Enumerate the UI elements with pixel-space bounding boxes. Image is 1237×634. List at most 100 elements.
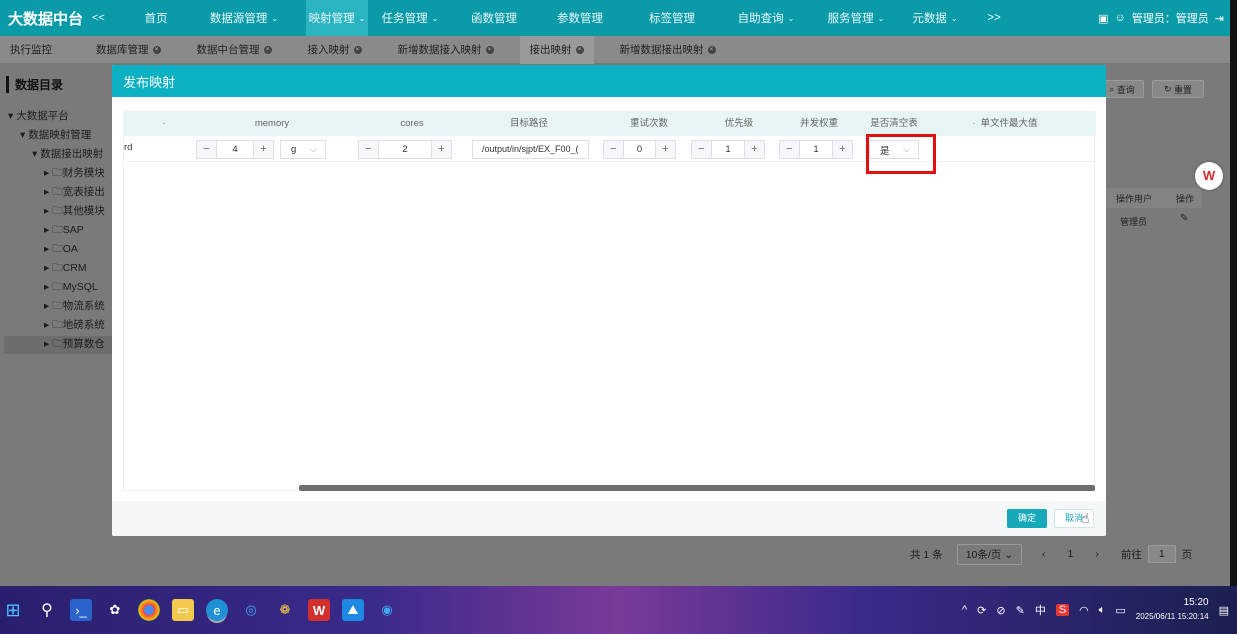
weight-increase-button[interactable]: + — [832, 141, 852, 158]
memory-increase-button[interactable]: + — [253, 141, 273, 158]
confirm-button[interactable]: 确定 — [1007, 509, 1047, 528]
fullscreen-icon[interactable]: ▣ — [1098, 12, 1108, 25]
caret-down-icon[interactable]: ▾ — [20, 129, 28, 141]
edit-icon[interactable]: ✎ — [1180, 213, 1188, 224]
pen-icon[interactable]: ✎ — [1016, 604, 1025, 617]
tab-1[interactable]: 数据库管理 × — [86, 36, 171, 64]
chevron-up-icon[interactable]: ^ — [962, 604, 967, 616]
tree-item[interactable]: ▸ 🗀︎预算数仓 — [4, 336, 112, 354]
next-page-icon[interactable]: › — [1095, 548, 1099, 560]
tree-item[interactable]: ▸ 🗀︎地磅系统 — [44, 317, 105, 335]
nav-item-5[interactable]: 参数管理 — [536, 0, 624, 36]
tab-2[interactable]: 数据中台管理 × — [187, 36, 282, 64]
notification-icon[interactable]: ▤ — [1219, 604, 1229, 617]
caret-right-icon[interactable]: ▸ — [44, 262, 52, 274]
tree-item[interactable]: ▸ 🗀︎MySQL — [44, 279, 98, 297]
windows-start-icon[interactable]: ⊞ — [2, 599, 24, 621]
memory-stepper[interactable]: − 4 + — [196, 140, 274, 159]
nav-item-2[interactable]: 映射管理 ⌄ — [306, 0, 368, 36]
cores-value[interactable]: 2 — [379, 144, 431, 155]
nav-more-button[interactable]: >> — [976, 0, 1012, 36]
nav-item-3[interactable]: 任务管理 ⌄ — [368, 0, 452, 36]
caret-right-icon[interactable]: ▸ — [44, 205, 52, 217]
network-off-icon[interactable]: ⊘ — [996, 604, 1005, 617]
collapse-nav-button[interactable]: << — [92, 12, 130, 24]
nav-item-7[interactable]: 自助查询 ⌄ — [720, 0, 812, 36]
caret-down-icon[interactable]: ▾ — [32, 148, 40, 160]
memory-decrease-button[interactable]: − — [197, 141, 217, 158]
close-icon[interactable]: × — [353, 45, 362, 54]
priority-decrease-button[interactable]: − — [692, 141, 712, 158]
caret-right-icon[interactable]: ▸ — [44, 167, 52, 179]
tab-3[interactable]: 接入映射 × — [298, 36, 372, 64]
powershell-icon[interactable]: ›_ — [70, 599, 92, 621]
logout-icon[interactable]: ⇥ — [1215, 12, 1224, 25]
search-icon[interactable]: ⚲ — [36, 599, 58, 621]
nav-item-4[interactable]: 函数管理 — [452, 0, 536, 36]
priority-stepper[interactable]: − 1 + — [691, 140, 765, 159]
app-logo[interactable]: 大数据中台 — [0, 8, 92, 29]
weight-stepper[interactable]: − 1 + — [779, 140, 853, 159]
target-path-input[interactable]: /output/in/sjpt/EX_F00_( — [472, 140, 589, 159]
bird-app-icon[interactable]: ❁ — [274, 599, 296, 621]
sogou-icon[interactable]: S — [1055, 604, 1070, 616]
search-app-icon[interactable]: ◎ — [240, 599, 262, 621]
query-button[interactable]: ⌕ 查询 — [1100, 80, 1144, 98]
memory-value[interactable]: 4 — [217, 144, 253, 155]
close-icon[interactable]: × — [263, 45, 272, 54]
input-language[interactable]: 中 — [1035, 602, 1046, 618]
close-icon[interactable]: × — [152, 45, 161, 54]
caret-right-icon[interactable]: ▸ — [44, 186, 52, 198]
wps-float-icon[interactable]: W — [1195, 162, 1223, 190]
user-label[interactable]: 管理员：管理员 — [1132, 10, 1209, 26]
memory-unit-select[interactable]: g ⌵ — [280, 140, 326, 159]
tab-4[interactable]: 新增数据接入映射 × — [388, 36, 504, 64]
nav-item-6[interactable]: 标签管理 — [624, 0, 720, 36]
horizontal-scrollbar[interactable] — [299, 485, 1095, 491]
nav-item-9[interactable]: 元数据 ⌄ — [900, 0, 970, 36]
battery-icon[interactable]: ▭ — [1115, 604, 1125, 617]
caret-right-icon[interactable]: ▸ — [44, 300, 52, 312]
photos-icon[interactable]: ⛰ — [342, 599, 364, 621]
caret-right-icon[interactable]: ▸ — [44, 243, 52, 255]
goto-input[interactable]: 1 — [1147, 545, 1176, 563]
wps-icon[interactable]: W — [308, 599, 330, 621]
priority-value[interactable]: 1 — [712, 144, 744, 155]
chrome-icon[interactable] — [138, 599, 160, 621]
edge-icon[interactable]: e — [206, 599, 228, 621]
weight-decrease-button[interactable]: − — [780, 141, 800, 158]
caret-right-icon[interactable]: ▸ — [44, 319, 52, 331]
nav-item-1[interactable]: 数据源管理 ⌄ — [182, 0, 306, 36]
close-icon[interactable]: × — [485, 45, 494, 54]
prev-page-icon[interactable]: ‹ — [1042, 548, 1046, 560]
volume-icon[interactable]: 🔈︎ — [1099, 604, 1106, 617]
caret-right-icon[interactable]: ▸ — [44, 338, 52, 350]
chatgpt-icon[interactable]: ✿ — [104, 599, 126, 621]
tree-item[interactable]: ▸ 🗀︎物流系统 — [44, 298, 105, 316]
retry-stepper[interactable]: − 0 + — [603, 140, 676, 159]
retry-value[interactable]: 0 — [624, 144, 655, 155]
weight-value[interactable]: 1 — [800, 144, 832, 155]
maxhub-icon[interactable]: ◉ — [376, 599, 398, 621]
retry-increase-button[interactable]: + — [655, 141, 675, 158]
cores-increase-button[interactable]: + — [431, 141, 451, 158]
tree-item[interactable]: ▸ 🗀︎宽表接出 — [44, 184, 105, 202]
file-explorer-icon[interactable]: ▭ — [172, 599, 194, 621]
retry-decrease-button[interactable]: − — [604, 141, 624, 158]
caret-right-icon[interactable]: ▸ — [44, 281, 52, 293]
page-size-select[interactable]: 10条/页 ⌄ — [956, 543, 1023, 565]
tree-item[interactable]: ▸ 🗀︎财务模块 — [44, 165, 105, 183]
clock[interactable]: 15:20 2025/06/11 15:20:14 — [1136, 596, 1209, 624]
tab-5[interactable]: 接出映射 × — [519, 35, 594, 64]
priority-increase-button[interactable]: + — [744, 141, 764, 158]
cores-decrease-button[interactable]: − — [359, 141, 379, 158]
close-icon[interactable]: × — [707, 45, 716, 54]
wifi-icon[interactable]: ◠ — [1079, 604, 1089, 617]
tree-item[interactable]: ▸ 🗀︎其他模块 — [44, 203, 105, 221]
tree-item[interactable]: ▸ 🗀︎SAP — [44, 222, 84, 240]
reset-button[interactable]: ↻ 重置 — [1152, 80, 1204, 98]
tab-6[interactable]: 新增数据接出映射 × — [610, 36, 726, 64]
nav-item-8[interactable]: 服务管理 ⌄ — [812, 0, 900, 36]
close-icon[interactable]: × — [575, 45, 584, 54]
caret-down-icon[interactable]: ▾ — [8, 110, 16, 122]
